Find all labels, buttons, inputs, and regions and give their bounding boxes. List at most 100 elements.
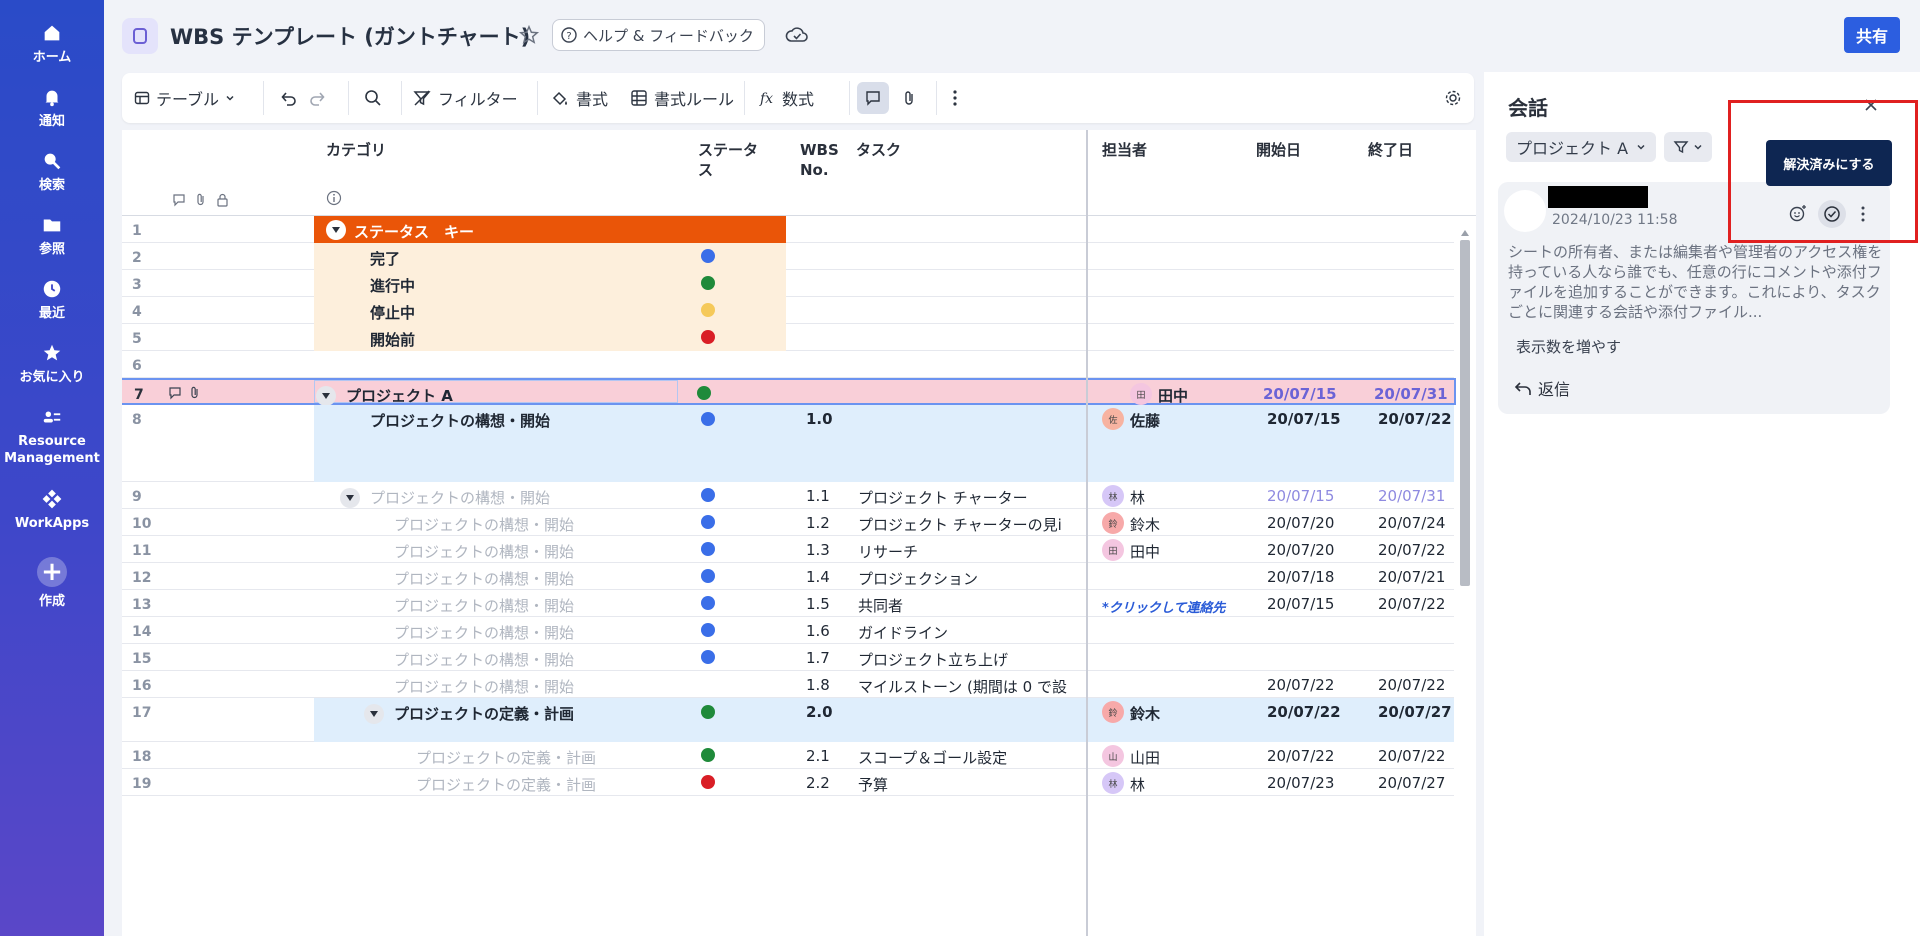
nav-search[interactable]: 検索 xyxy=(0,150,104,194)
status-indicator-icon[interactable] xyxy=(701,515,715,529)
row-number[interactable]: 3 xyxy=(132,277,142,293)
table-row[interactable]: 2 完了 xyxy=(122,243,1454,270)
cell-task[interactable]: マイルストーン (期間は 0 で設 xyxy=(858,676,1080,697)
cloud-saved-icon[interactable] xyxy=(784,22,810,48)
cell-category[interactable]: プロジェクトの構想・開始 xyxy=(394,568,682,589)
cell-task[interactable]: プロジェクト チャーター xyxy=(858,487,1080,508)
cell-end-date[interactable]: 20/07/22 xyxy=(1378,747,1445,765)
cell-category[interactable]: 停止中 xyxy=(370,302,682,323)
status-indicator-icon[interactable] xyxy=(701,249,715,263)
cell-task[interactable]: プロジェクト立ち上げ xyxy=(858,649,1080,670)
cell-end-date[interactable]: 20/07/27 xyxy=(1378,774,1445,792)
nav-workapps[interactable]: WorkApps xyxy=(0,488,104,532)
show-more-link[interactable]: 表示数を増やす xyxy=(1516,336,1621,357)
cell-category[interactable]: プロジェクトの構想・開始 xyxy=(394,595,682,616)
cell-category[interactable]: プロジェクトの定義・計画 xyxy=(416,774,682,795)
status-indicator-icon[interactable] xyxy=(701,623,715,637)
cell-category[interactable]: プロジェクトの定義・計画 xyxy=(416,747,682,768)
table-row[interactable]: 13 プロジェクトの構想・開始 1.5 共同者 *クリックして連絡先 20/07/15 20… xyxy=(122,590,1454,617)
cell-assignee[interactable]: 田中 xyxy=(1130,541,1160,562)
table-row[interactable]: 10 プロジェクトの構想・開始 1.2 プロジェクト チャーターの見i 鈴鈴木 20/07… xyxy=(122,509,1454,536)
column-header-task[interactable]: タスク xyxy=(856,140,901,160)
view-selector[interactable]: テーブル xyxy=(134,73,235,123)
cell-end-date[interactable]: 20/07/21 xyxy=(1378,568,1445,586)
cell-assignee[interactable]: 佐藤 xyxy=(1130,410,1160,431)
more-options-button[interactable] xyxy=(952,73,958,123)
cell-end-date[interactable]: 20/07/27 xyxy=(1378,703,1452,721)
status-indicator-icon[interactable] xyxy=(701,488,715,502)
cell-category[interactable]: プロジェクトの構想・開始 xyxy=(370,410,682,431)
contact-link[interactable]: *クリックして連絡先 xyxy=(1102,597,1234,616)
cell-category[interactable]: プロジェクトの構想・開始 xyxy=(394,649,682,670)
status-indicator-icon[interactable] xyxy=(701,596,715,610)
row-number[interactable]: 2 xyxy=(132,250,142,266)
status-indicator-icon[interactable] xyxy=(697,386,711,400)
cell-start-date[interactable]: 20/07/15 xyxy=(1267,410,1341,428)
table-row[interactable]: 14 プロジェクトの構想・開始 1.6 ガイドライン xyxy=(122,617,1454,644)
cell-category[interactable]: 開始前 xyxy=(370,329,682,350)
cell-wbs[interactable]: 1.5 xyxy=(806,595,830,613)
nav-notifications[interactable]: 通知 xyxy=(0,86,104,130)
cell-start-date[interactable]: 20/07/23 xyxy=(1267,774,1334,792)
cell-end-date[interactable]: 20/07/22 xyxy=(1378,676,1445,694)
cell-start-date[interactable]: 20/07/20 xyxy=(1267,514,1334,532)
column-header-category[interactable]: カテゴリ xyxy=(326,140,386,160)
cell-start-date[interactable]: 20/07/15 xyxy=(1267,487,1334,505)
cell-assignee[interactable]: 田中 xyxy=(1158,385,1188,406)
status-indicator-icon[interactable] xyxy=(701,650,715,664)
nav-recent[interactable]: 最近 xyxy=(0,278,104,322)
help-feedback-button[interactable]: ? ヘルプ & フィードバック xyxy=(552,19,765,51)
nav-browse[interactable]: 参照 xyxy=(0,214,104,258)
filter-button[interactable]: フィルター xyxy=(412,73,518,123)
status-indicator-icon[interactable] xyxy=(701,569,715,583)
column-header-end[interactable]: 終了日 xyxy=(1368,140,1413,160)
table-row[interactable]: 8 プロジェクトの構想・開始 1.0 佐佐藤 20/07/15 20/07/22 xyxy=(122,405,1454,482)
cell-category[interactable]: プロジェクトの構想・開始 xyxy=(370,487,682,508)
cell-start-date[interactable]: 20/07/20 xyxy=(1267,541,1334,559)
cell-task[interactable]: プロジェクト チャーターの見i xyxy=(858,514,1080,535)
cell-wbs[interactable]: 2.0 xyxy=(806,703,833,721)
row-number[interactable]: 17 xyxy=(132,705,151,721)
table-row[interactable]: 4 停止中 xyxy=(122,297,1454,324)
row-number[interactable]: 14 xyxy=(132,624,151,640)
cell-wbs[interactable]: 1.1 xyxy=(806,487,830,505)
cell-wbs[interactable]: 1.3 xyxy=(806,541,830,559)
collapse-toggle-icon[interactable] xyxy=(340,488,360,508)
cell-assignee[interactable]: 林 xyxy=(1130,774,1145,795)
table-row[interactable]: 15 プロジェクトの構想・開始 1.7 プロジェクト立ち上げ xyxy=(122,644,1454,671)
format-rules-button[interactable]: 書式ルール xyxy=(630,73,734,123)
cell-task[interactable]: 共同者 xyxy=(858,595,1080,616)
row-number[interactable]: 18 xyxy=(132,749,151,765)
collapse-toggle-icon[interactable] xyxy=(364,704,384,724)
cell-end-date[interactable]: 20/07/31 xyxy=(1374,385,1448,403)
cell-assignee[interactable]: 山田 xyxy=(1130,747,1160,768)
column-header-assignee[interactable]: 担当者 xyxy=(1102,140,1147,160)
cell-wbs[interactable]: 1.2 xyxy=(806,514,830,532)
row-number[interactable]: 12 xyxy=(132,570,151,586)
cell-assignee[interactable]: 鈴木 xyxy=(1130,514,1160,535)
nav-home[interactable]: ホーム xyxy=(0,22,104,66)
cell-wbs[interactable]: 2.1 xyxy=(806,747,830,765)
table-row[interactable]: 16 プロジェクトの構想・開始 1.8 マイルストーン (期間は 0 で設 20/07/… xyxy=(122,671,1454,698)
table-row[interactable]: 11 プロジェクトの構想・開始 1.3 リサーチ 田田中 20/07/20 20/07/22 xyxy=(122,536,1454,563)
cell-end-date[interactable]: 20/07/22 xyxy=(1378,410,1452,428)
nav-create[interactable]: + 作成 xyxy=(0,557,104,610)
status-indicator-icon[interactable] xyxy=(701,775,715,789)
row-number[interactable]: 5 xyxy=(132,331,142,347)
cell-category[interactable]: プロジェクト A xyxy=(346,385,678,406)
cell-start-date[interactable]: 20/07/15 xyxy=(1267,595,1334,613)
cell-category[interactable]: プロジェクトの定義・計画 xyxy=(394,703,682,724)
cell-wbs[interactable]: 1.6 xyxy=(806,622,830,640)
cell-wbs[interactable]: 1.8 xyxy=(806,676,830,694)
cell-category[interactable]: 進行中 xyxy=(370,275,682,296)
row-number[interactable]: 7 xyxy=(134,387,144,403)
nav-favorites[interactable]: お気に入り xyxy=(0,342,104,386)
cell-wbs[interactable]: 1.7 xyxy=(806,649,830,667)
collapse-toggle-icon[interactable] xyxy=(316,386,336,406)
scroll-up-icon[interactable] xyxy=(1461,230,1469,236)
reply-button[interactable]: 返信 xyxy=(1514,376,1570,400)
row-number[interactable]: 13 xyxy=(132,597,151,613)
status-indicator-icon[interactable] xyxy=(701,330,715,344)
cell-category[interactable]: 完了 xyxy=(370,248,682,269)
cell-task[interactable]: ガイドライン xyxy=(858,622,1080,643)
